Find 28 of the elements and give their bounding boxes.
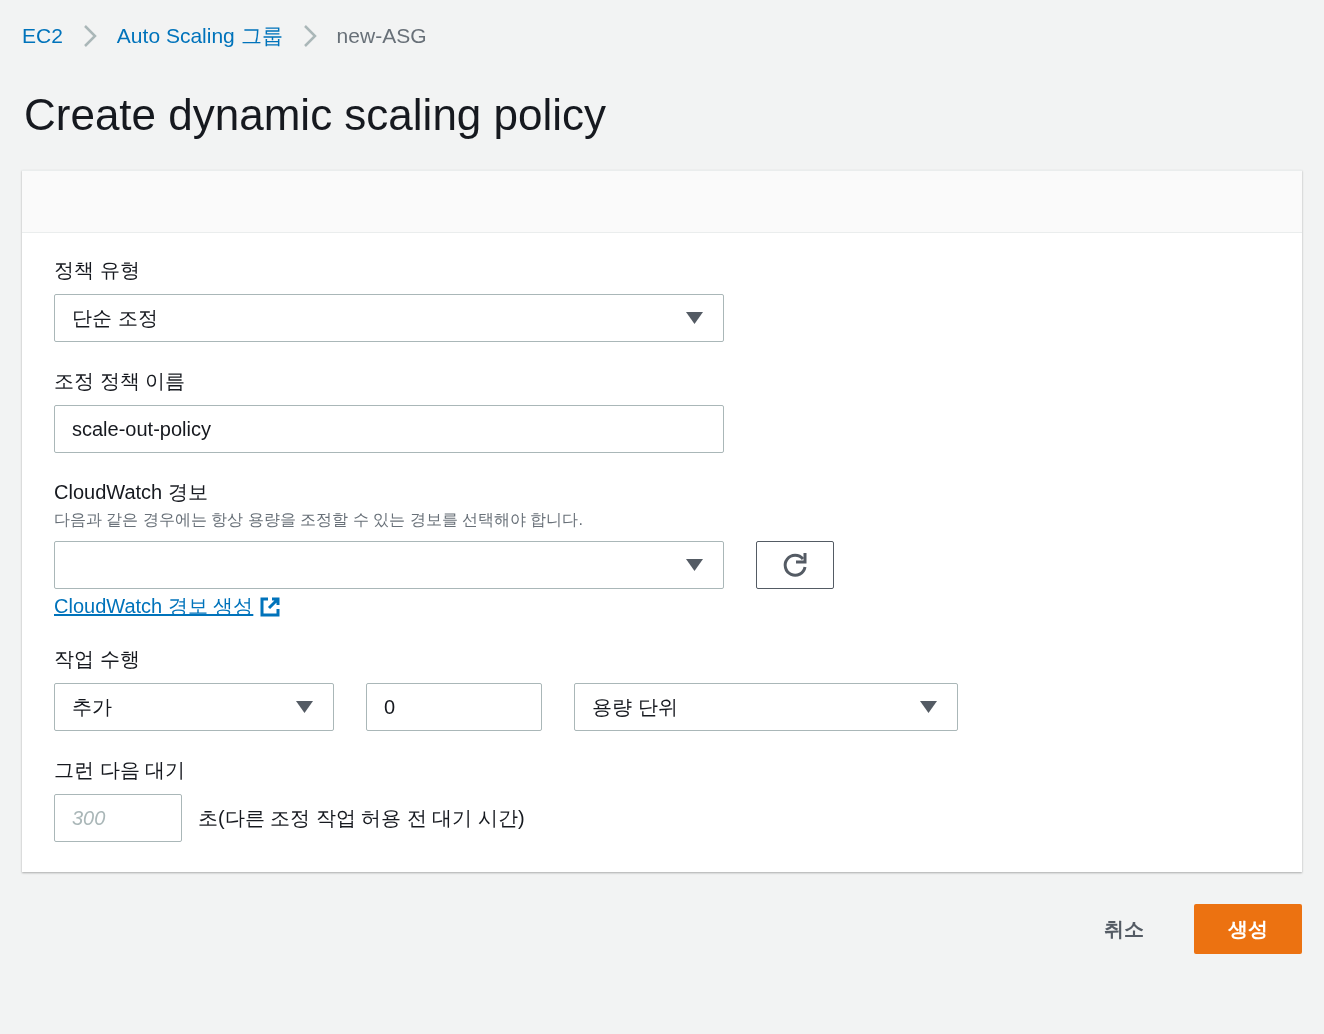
amount-input[interactable]: 0 [366, 683, 542, 731]
caret-icon [686, 312, 703, 324]
chevron-right-icon [82, 24, 97, 48]
cancel-button[interactable]: 취소 [1094, 904, 1154, 954]
policy-type-select[interactable]: 단순 조정 [54, 294, 724, 342]
seconds-hint: 초(다른 조정 작업 허용 전 대기 시간) [198, 805, 525, 831]
field-description: 다음과 같은 경우에는 항상 용량을 조정할 수 있는 경보를 선택해야 합니다. [54, 510, 584, 530]
field-label: 조정 정책 이름 [54, 369, 187, 394]
create-alarm-link[interactable]: CloudWatch 경보 생성 [54, 593, 282, 620]
field-label: 정책 유형 [54, 258, 141, 283]
current-page-name: new-ASG [336, 24, 427, 48]
refresh-icon [781, 551, 809, 579]
field-label: CloudWatch 경보 [54, 480, 209, 505]
breadcrumb-link[interactable]: EC2 [22, 24, 63, 48]
chevron-right-icon [302, 24, 317, 48]
caret-icon [296, 701, 313, 713]
unit-select[interactable]: 용량 단위 [574, 683, 958, 731]
caret-icon [920, 701, 937, 713]
breadcrumb-link[interactable]: Auto Scaling 그룹 [116, 22, 283, 50]
refresh-button[interactable] [756, 541, 834, 589]
field-label: 작업 수행 [54, 647, 141, 672]
operation-select[interactable]: 추가 [54, 683, 334, 731]
policy-name-input[interactable]: scale-out-policy [54, 405, 724, 453]
field-label: 그런 다음 대기 [54, 758, 187, 783]
external-link-icon [259, 595, 282, 618]
page-title: Create dynamic scaling policy [24, 90, 608, 140]
caret-icon [686, 559, 703, 571]
wait-seconds-input[interactable]: 300 [54, 794, 182, 842]
